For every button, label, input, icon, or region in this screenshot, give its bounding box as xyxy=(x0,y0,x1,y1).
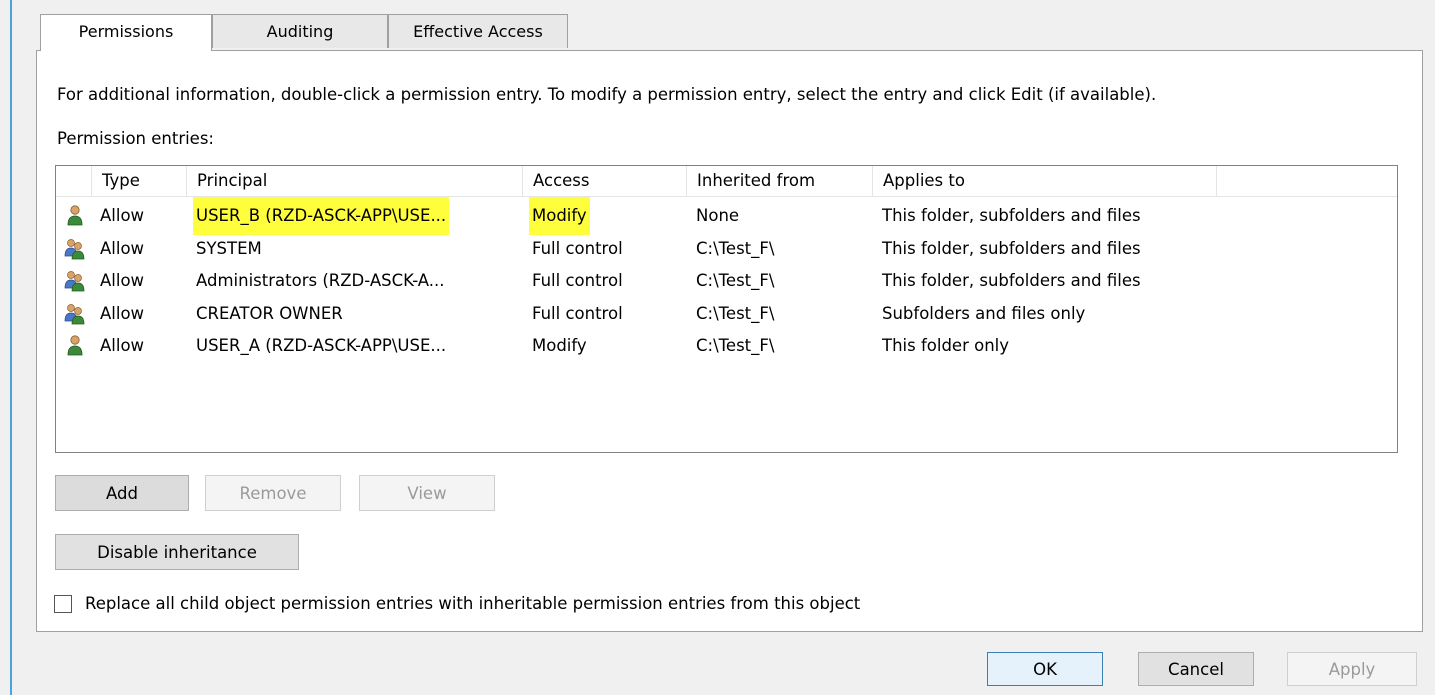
column-header-applies-to[interactable]: Applies to xyxy=(872,166,1217,196)
permission-entries-label: Permission entries: xyxy=(57,129,214,148)
permission-entry-row[interactable]: Allow Administrators (RZD-ASCK-A... Full… xyxy=(56,265,1397,298)
group-icon xyxy=(64,233,86,265)
window-edge-accent xyxy=(10,0,12,695)
entry-principal: CREATOR OWNER xyxy=(196,303,343,323)
permission-entry-row[interactable]: Allow USER_A (RZD-ASCK-APP\USE... Modify… xyxy=(56,330,1397,363)
info-text: For additional information, double-click… xyxy=(57,85,1157,104)
entry-type: Allow xyxy=(100,303,145,323)
entry-applies-to: This folder, subfolders and files xyxy=(882,206,1141,225)
entry-inherited-from: C:\Test_F\ xyxy=(696,303,775,323)
entry-inherited-from: None xyxy=(696,206,740,225)
cancel-button[interactable]: Cancel xyxy=(1138,652,1254,686)
list-header: Type Principal Access Inherited from App… xyxy=(56,166,1397,197)
entry-inherited-from: C:\Test_F\ xyxy=(696,336,775,356)
permission-entry-row[interactable]: Allow SYSTEM Full control C:\Test_F\ Thi… xyxy=(56,233,1397,266)
replace-child-permissions-checkbox[interactable] xyxy=(54,595,72,613)
group-icon xyxy=(64,265,86,297)
entry-type: Allow xyxy=(100,271,145,291)
entry-access: Full control xyxy=(532,238,623,258)
permission-entry-row[interactable]: Allow USER_B (RZD-ASCK-APP\USE... Modify… xyxy=(56,200,1397,233)
column-header-inherited-from[interactable]: Inherited from xyxy=(686,166,872,196)
tab-auditing[interactable]: Auditing xyxy=(212,14,388,48)
entry-principal: Administrators (RZD-ASCK-A... xyxy=(196,271,445,291)
tab-effective-access[interactable]: Effective Access xyxy=(388,14,568,48)
tab-permissions[interactable]: Permissions xyxy=(40,14,212,51)
entry-principal: USER_A (RZD-ASCK-APP\USE... xyxy=(196,336,447,356)
entry-rows: Allow USER_B (RZD-ASCK-APP\USE... Modify… xyxy=(56,200,1397,363)
entry-access: Full control xyxy=(532,303,623,323)
permission-entries-list[interactable]: Type Principal Access Inherited from App… xyxy=(55,165,1398,453)
user-icon xyxy=(64,200,86,232)
entry-applies-to: This folder, subfolders and files xyxy=(882,271,1141,291)
view-button[interactable]: View xyxy=(359,475,495,511)
entry-applies-to: This folder, subfolders and files xyxy=(882,238,1141,258)
entry-principal: SYSTEM xyxy=(196,238,262,258)
column-header-type[interactable]: Type xyxy=(91,166,186,196)
column-header-access[interactable]: Access xyxy=(522,166,686,196)
entry-principal: USER_B (RZD-ASCK-APP\USE... xyxy=(196,200,447,232)
permissions-panel: For additional information, double-click… xyxy=(36,50,1423,632)
ok-button[interactable]: OK xyxy=(987,652,1103,686)
replace-child-permissions-label[interactable]: Replace all child object permission entr… xyxy=(85,591,860,617)
entry-applies-to: This folder only xyxy=(882,336,1010,356)
entry-access: Full control xyxy=(532,271,623,291)
entry-inherited-from: C:\Test_F\ xyxy=(696,238,775,258)
entry-inherited-from: C:\Test_F\ xyxy=(696,271,775,291)
entry-access: Modify xyxy=(532,200,587,232)
column-header-principal[interactable]: Principal xyxy=(186,166,522,196)
entry-access: Modify xyxy=(532,336,587,356)
disable-inheritance-button[interactable]: Disable inheritance xyxy=(55,534,299,570)
entry-type: Allow xyxy=(100,238,145,258)
remove-button[interactable]: Remove xyxy=(205,475,341,511)
permission-entry-row[interactable]: Allow CREATOR OWNER Full control C:\Test… xyxy=(56,298,1397,331)
entry-type: Allow xyxy=(100,336,145,356)
group-icon xyxy=(64,298,86,330)
entry-type: Allow xyxy=(100,206,145,225)
apply-button[interactable]: Apply xyxy=(1287,652,1417,686)
user-icon xyxy=(64,330,86,362)
add-button[interactable]: Add xyxy=(55,475,189,511)
entry-applies-to: Subfolders and files only xyxy=(882,303,1086,323)
